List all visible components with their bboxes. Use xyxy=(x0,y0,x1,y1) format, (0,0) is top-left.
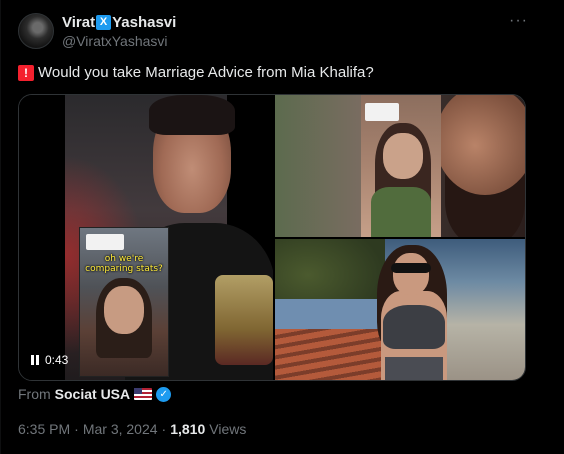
tweet-body: Would you take Marriage Advice from Mia … xyxy=(38,64,374,81)
tweet: Virat X Yashasvi @ViratxYashasvi ··· ! W… xyxy=(0,0,564,454)
meta-separator: · xyxy=(74,421,79,437)
source-name[interactable]: Sociat USA xyxy=(55,386,130,402)
siren-emoji-icon: ! xyxy=(18,64,34,81)
media-grid[interactable]: oh we're comparing stats? 0:43 xyxy=(18,94,526,381)
tweet-text: ! Would you take Marriage Advice from Mi… xyxy=(18,64,374,81)
x-emoji-icon: X xyxy=(96,14,112,30)
media-source: From Sociat USA ✓ xyxy=(18,386,172,402)
column-border xyxy=(0,0,1,454)
sunglasses xyxy=(391,263,431,273)
top-right-phone-face xyxy=(383,133,423,179)
pause-icon[interactable] xyxy=(31,355,39,365)
bottom-right-stairs xyxy=(275,329,395,380)
views-label: Views xyxy=(209,421,247,437)
views-count: 1,810 xyxy=(170,421,206,437)
media-image-bottom-right[interactable] xyxy=(275,239,525,380)
bottom-right-pants xyxy=(385,357,443,380)
video-caption: oh we're comparing stats? xyxy=(85,254,163,274)
top-right-phone-frame xyxy=(361,95,441,237)
author-name[interactable]: Virat X Yashasvi xyxy=(62,14,176,31)
inset-person-face xyxy=(104,286,144,334)
tweet-date[interactable]: Mar 3, 2024 xyxy=(83,421,158,437)
video-controls[interactable]: 0:43 xyxy=(31,353,68,367)
inset-comment-card xyxy=(86,234,124,250)
author-name-row[interactable]: Virat X Yashasvi xyxy=(62,13,176,31)
top-right-phone-shirt xyxy=(371,187,431,237)
video-player[interactable]: oh we're comparing stats? 0:43 xyxy=(19,95,273,380)
author-handle[interactable]: @ViratxYashasvi xyxy=(62,33,168,49)
video-time: 0:43 xyxy=(45,353,69,367)
source-prefix: From xyxy=(18,386,51,402)
verified-badge-icon: ✓ xyxy=(156,386,172,402)
more-options-icon[interactable]: ··· xyxy=(509,12,528,30)
video-shirt-print xyxy=(215,275,273,365)
avatar[interactable] xyxy=(18,13,54,49)
tweet-meta: 6:35 PM · Mar 3, 2024 · 1,810 Views xyxy=(18,421,246,437)
tweet-time[interactable]: 6:35 PM xyxy=(18,421,70,437)
author-name-part1: Virat xyxy=(62,13,96,31)
bottom-right-face xyxy=(393,253,429,295)
video-person-hair xyxy=(149,95,235,135)
top-right-comment-card xyxy=(365,103,399,121)
author-name-part2: Yashasvi xyxy=(112,13,177,31)
media-image-top-right[interactable] xyxy=(275,95,525,237)
meta-separator: · xyxy=(161,421,167,437)
video-inset: oh we're comparing stats? xyxy=(79,227,169,377)
bottom-right-top xyxy=(383,305,445,349)
us-flag-icon xyxy=(134,388,153,400)
